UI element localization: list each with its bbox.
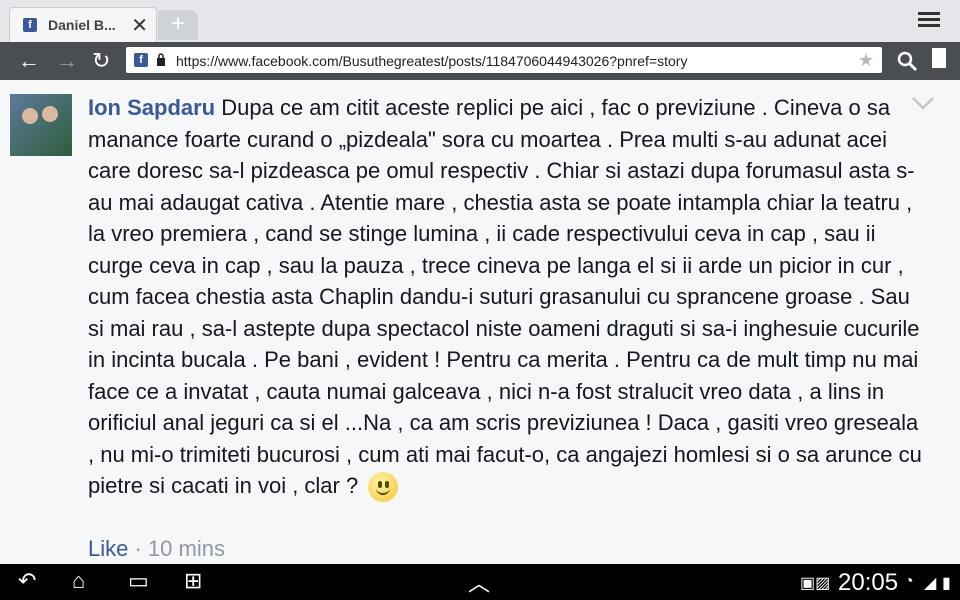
url-text: https://www.facebook.com/Busuthegreatest… (176, 53, 688, 69)
battery-icon: ▮ (942, 575, 951, 592)
wifi-icon: ◔ (904, 573, 914, 590)
author-name[interactable]: Ion Sapdaru (88, 95, 215, 120)
forward-icon[interactable]: → (56, 48, 78, 74)
bookmarks-icon[interactable] (932, 48, 946, 68)
search-icon[interactable] (896, 50, 918, 72)
reload-icon[interactable]: ↻ (92, 48, 110, 74)
comment-text: Dupa ce am citit aceste replici pe aici … (88, 95, 922, 498)
page-content: Ion Sapdaru Dupa ce am citit aceste repl… (0, 80, 960, 564)
separator: · (128, 536, 148, 561)
tab-bar: f Daniel B... ✕ + (0, 0, 960, 42)
back-nav-icon[interactable]: ↶ (18, 568, 36, 594)
comment-time[interactable]: 10 mins (148, 536, 225, 561)
close-tab-icon[interactable]: ✕ (131, 13, 148, 38)
browser-tab[interactable]: f Daniel B... ✕ (10, 8, 156, 42)
like-button[interactable]: Like (88, 536, 128, 561)
menu-icon[interactable] (918, 12, 940, 30)
site-facebook-icon: f (134, 53, 148, 67)
system-nav-bar: ↶ ⌂ ▭ ⊞ ︿ ▣▨ 20:05 ◔ ◢ ▮ (0, 564, 960, 600)
notification-icons: ▣▨ (800, 575, 831, 592)
chevron-down-icon[interactable] (910, 94, 936, 112)
screenshot-icon[interactable]: ⊞ (184, 568, 202, 594)
signal-icon: ◢ (924, 575, 937, 592)
comment-body: Ion Sapdaru Dupa ce am citit aceste repl… (88, 92, 928, 503)
recent-apps-icon[interactable]: ▭ (128, 568, 149, 594)
new-tab-button[interactable]: + (158, 10, 198, 40)
address-bar: ← → ↻ f https://www.facebook.com/Busuthe… (0, 42, 960, 80)
home-icon[interactable]: ⌂ (72, 568, 85, 594)
smile-emoji-icon (368, 472, 399, 503)
bookmark-star-icon[interactable]: ★ (858, 50, 874, 71)
lock-icon (157, 53, 165, 66)
avatar[interactable] (10, 94, 72, 156)
tab-title: Daniel B... (48, 17, 116, 33)
comment-actions: Like · 10 mins (88, 536, 225, 562)
chevron-up-icon[interactable]: ︿ (468, 566, 490, 598)
url-field[interactable]: f https://www.facebook.com/Busuthegreate… (126, 47, 882, 73)
back-icon[interactable]: ← (18, 48, 40, 74)
clock: 20:05 (838, 569, 899, 596)
facebook-favicon-icon: f (23, 18, 37, 32)
